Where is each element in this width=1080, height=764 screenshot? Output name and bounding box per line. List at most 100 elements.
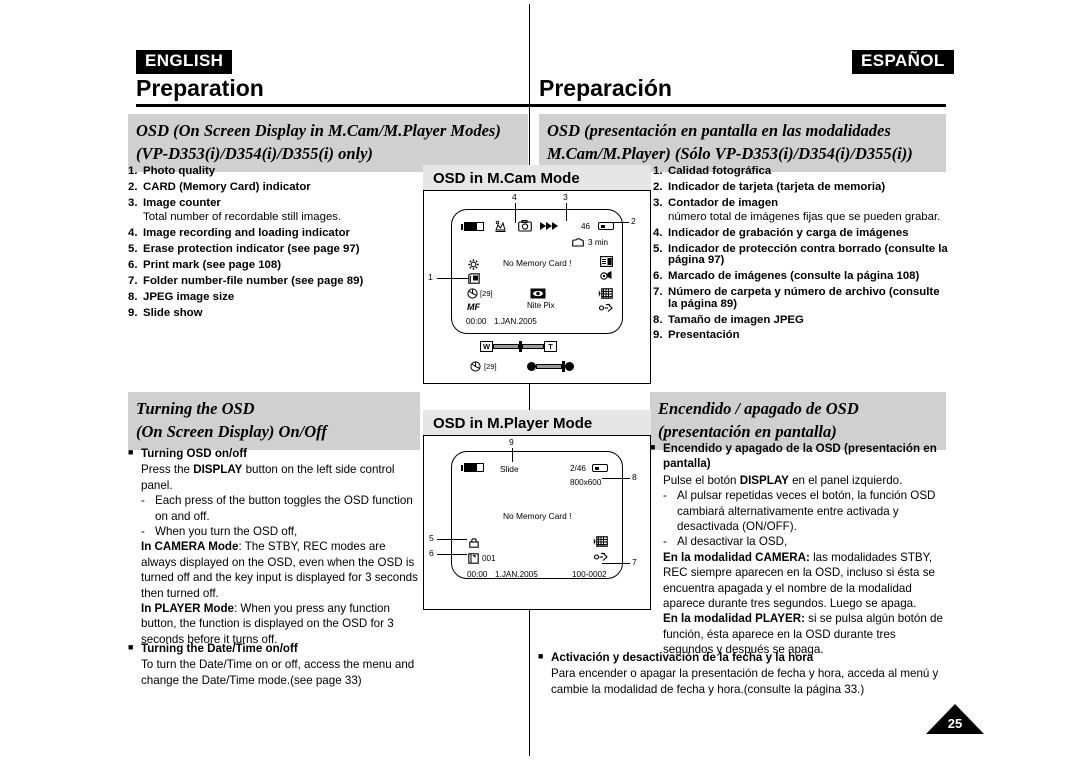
numbered-list-item: 1. Calidad fotográfica <box>653 165 949 177</box>
callout-6: 6 <box>429 548 434 558</box>
page-title-english: Preparation <box>136 75 264 101</box>
list-item-number: 9. <box>128 306 138 319</box>
numbered-list-item: 6. Marcado de imágenes (consulte la págin… <box>653 270 949 283</box>
exposure-dot-left <box>527 362 536 371</box>
datetime-text-spanish: Para encender o apagar la presentación d… <box>551 667 939 696</box>
shutter-counter-value-bottom: [29] <box>484 362 497 371</box>
display-button-name: DISPLAY <box>739 473 789 487</box>
shutter-speed-icon-bottom <box>470 361 481 372</box>
exposure-track <box>536 364 562 369</box>
osd-onoff-block-english: ■ Turning OSD on/off Press the DISPLAY b… <box>128 446 420 647</box>
section-header-spanish-line2: M.Cam/M.Player) (Sólo VP-D353(i)/D354(i)… <box>547 144 913 164</box>
osd-onoff-dash2-spanish: Al desactivar la OSD, <box>677 535 788 549</box>
dash-icon: - <box>141 494 145 508</box>
list-item-number: 1. <box>128 165 138 177</box>
callout-5: 5 <box>429 533 434 543</box>
language-badge-english: ENGLISH <box>136 50 233 74</box>
print-mark-icon <box>468 553 479 564</box>
callout-3: 3 <box>563 192 568 202</box>
zoom-track-right <box>522 344 544 349</box>
osd-onoff-dashes-spanish: - Al pulsar repetidas veces el botón, la… <box>650 488 948 550</box>
numbered-list-item: 9. Presentación <box>653 329 949 342</box>
dash-item: - Al pulsar repetidas veces el botón, la… <box>663 488 948 534</box>
bullet-heading-row: ■ Activación y desactivación de la fecha… <box>538 650 948 665</box>
diagram-mcam: 4 3 2 1 46 3 min [29] MF 00:00 1.JAN.200… <box>423 190 651 384</box>
square-bullet-icon: ■ <box>128 447 134 457</box>
page-title-spanish: Preparación <box>539 75 672 101</box>
list-item-number: 5. <box>128 243 138 256</box>
numbered-list-item: 8. Tamaño de imagen JPEG <box>653 314 949 326</box>
numbered-list-item: 4. Image recording and loading indicator <box>128 227 413 239</box>
numbered-list-item: 8. JPEG image size <box>128 290 413 303</box>
list-item-subtext: Total number of recordable still images. <box>143 211 342 224</box>
list-item-text: Indicador de grabación y carga de imágen… <box>668 227 909 240</box>
list-item-text: Print mark (see page 108) <box>143 258 282 271</box>
list-item-number: 8. <box>128 290 138 303</box>
list-item-text: Folder number-file number (see page 89) <box>143 274 364 287</box>
callout-9: 9 <box>509 437 514 447</box>
osd-timestamp-date: 1.JAN.2005 <box>495 570 538 579</box>
osd-onoff-dash2-english: When you turn the OSD off, <box>155 525 298 539</box>
numbered-list-item: 1. Photo quality <box>128 165 413 177</box>
section-header-spanish-line1: OSD (presentación en pantalla en las mod… <box>547 121 891 140</box>
numbered-list-english: 1. Photo quality 2. CARD (Memory Card) indi… <box>128 165 413 324</box>
list-item-number: 2. <box>128 180 138 193</box>
language-badge-spanish: ESPAÑOL <box>852 50 954 74</box>
page-number: 25 <box>947 716 963 731</box>
datetime-heading-english: Turning the Date/Time on/off <box>141 642 298 655</box>
osd-timestamp-time: 00:00 <box>466 317 487 326</box>
section-header-spanish: OSD (presentación en pantalla en las mod… <box>539 114 946 172</box>
list-item-number: 4. <box>653 227 663 240</box>
numbered-list-spanish: 1. Calidad fotográfica 2. Indicador de tarj… <box>653 165 949 346</box>
time-remaining-value: 3 min <box>588 238 609 247</box>
erase-protection-lock-icon <box>469 538 479 548</box>
file-number-value: 100-0002 <box>572 570 607 579</box>
lcd-screen-mplayer: Slide 2/46 800x600 No Memory Card ! 001 <box>451 451 623 579</box>
image-counter-value: 46 <box>581 222 591 231</box>
manual-focus-label: MF <box>467 302 480 312</box>
section-header-english: OSD (On Screen Display in M.Cam/M.Player… <box>128 114 528 172</box>
datetime-block-english: ■ Turning the Date/Time on/off To turn t… <box>128 641 428 688</box>
section2-header-english-line1: Turning the OSD <box>136 399 255 418</box>
osd-onoff-intro-a: Press the <box>141 463 194 477</box>
numbered-list-item: 5. Erase protection indicator (see page 9… <box>128 243 413 256</box>
folder-number-value: 001 <box>482 554 496 563</box>
zoom-bar: W T <box>480 341 557 352</box>
list-item-text: Indicador de protección contra borrado (… <box>668 243 948 267</box>
section2-header-spanish-line1: Encendido / apagado de OSD <box>658 399 859 418</box>
list-item-text: Erase protection indicator (see page 97) <box>143 243 360 256</box>
datetime-heading-spanish: Activación y desactivación de la fecha y… <box>551 651 814 664</box>
program-ae-icon <box>600 271 612 280</box>
dash-icon: - <box>141 525 145 539</box>
callout-8: 8 <box>632 472 637 482</box>
digital-effect-icon <box>594 552 608 561</box>
title-rule <box>136 104 946 107</box>
list-item-text: Marcado de imágenes (consulte la página … <box>668 270 920 283</box>
zoom-wide-label: W <box>480 341 493 352</box>
section-header-english-line2: (VP-D353(i)/D354(i)/D355(i) only) <box>136 144 373 164</box>
osd-timestamp-date: 1.JAN.2005 <box>494 317 537 326</box>
camera-mode-label-spanish: En la modalidad CAMERA: <box>663 550 810 564</box>
loading-indicator-icon <box>540 222 558 230</box>
osd-onoff-heading-spanish: Encendido y apagado de la OSD (presentac… <box>663 442 937 471</box>
dis-icon <box>598 288 613 299</box>
diagram-title-mplayer: OSD in M.Player Mode <box>423 410 651 438</box>
osd-onoff-intro-spanish: Pulse el botón DISPLAY en el panel izqui… <box>650 473 948 488</box>
list-item-number: 3. <box>653 196 663 209</box>
list-item-text: CARD (Memory Card) indicator <box>143 180 311 193</box>
list-item-text: Photo quality <box>143 165 216 177</box>
shutter-counter-value: [29] <box>480 289 493 298</box>
osd-onoff-block-spanish: ■ Encendido y apagado de la OSD (present… <box>650 441 948 658</box>
list-item-number: 9. <box>653 329 663 342</box>
photo-quality-superfine-icon <box>468 273 480 284</box>
camera-mode-label-english: In CAMERA Mode <box>141 540 239 554</box>
image-index-value: 2/46 <box>570 464 586 473</box>
list-item-number: 6. <box>653 270 663 283</box>
datetime-text-english: To turn the Date/Time on or off, access … <box>141 658 415 687</box>
list-item-number: 7. <box>653 286 663 299</box>
datetime-block-spanish: ■ Activación y desactivación de la fecha… <box>538 650 948 697</box>
numbered-list-item: 2. Indicador de tarjeta (tarjeta de memor… <box>653 181 949 193</box>
no-memory-card-message: No Memory Card ! <box>503 511 572 521</box>
section2-header-english: Turning the OSD (On Screen Display) On/O… <box>128 392 420 450</box>
list-item-text: JPEG image size <box>143 290 235 303</box>
